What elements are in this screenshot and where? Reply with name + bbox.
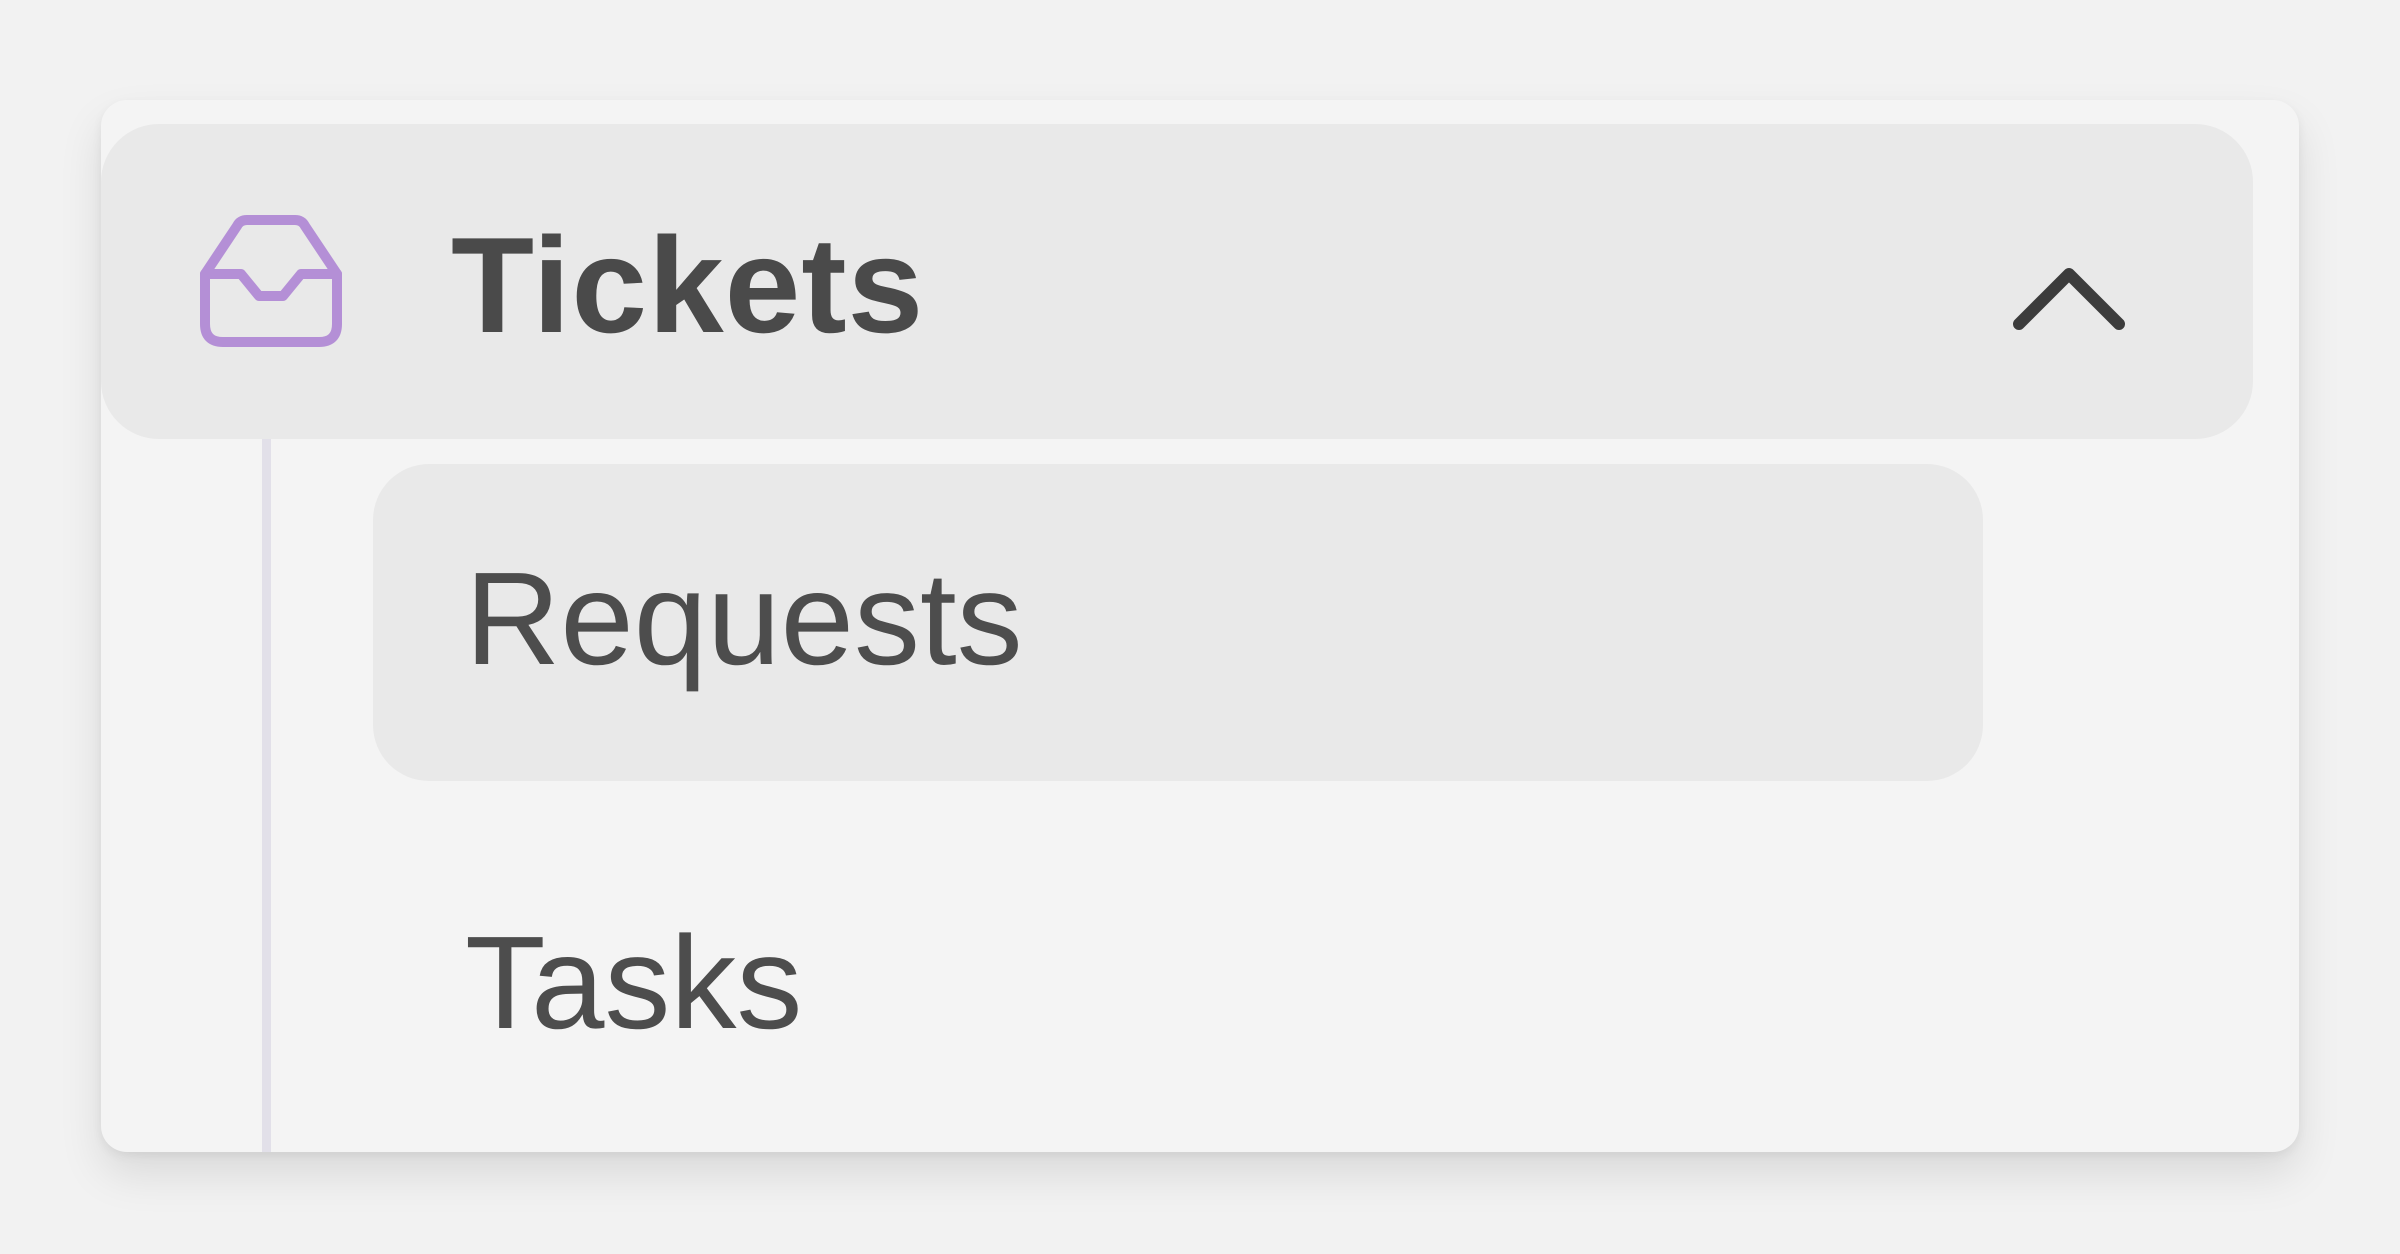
nav-item-requests[interactable]: Requests <box>373 464 1983 781</box>
sidebar-nav-panel: Tickets Requests Tasks <box>101 100 2299 1152</box>
nav-group-tickets[interactable]: Tickets <box>101 124 2253 439</box>
nav-item-tasks[interactable]: Tasks <box>373 828 1983 1145</box>
tree-connector-line <box>262 439 271 1152</box>
nav-item-label: Requests <box>465 545 1023 692</box>
nav-group-label: Tickets <box>451 209 925 361</box>
nav-item-label: Tasks <box>465 909 803 1056</box>
